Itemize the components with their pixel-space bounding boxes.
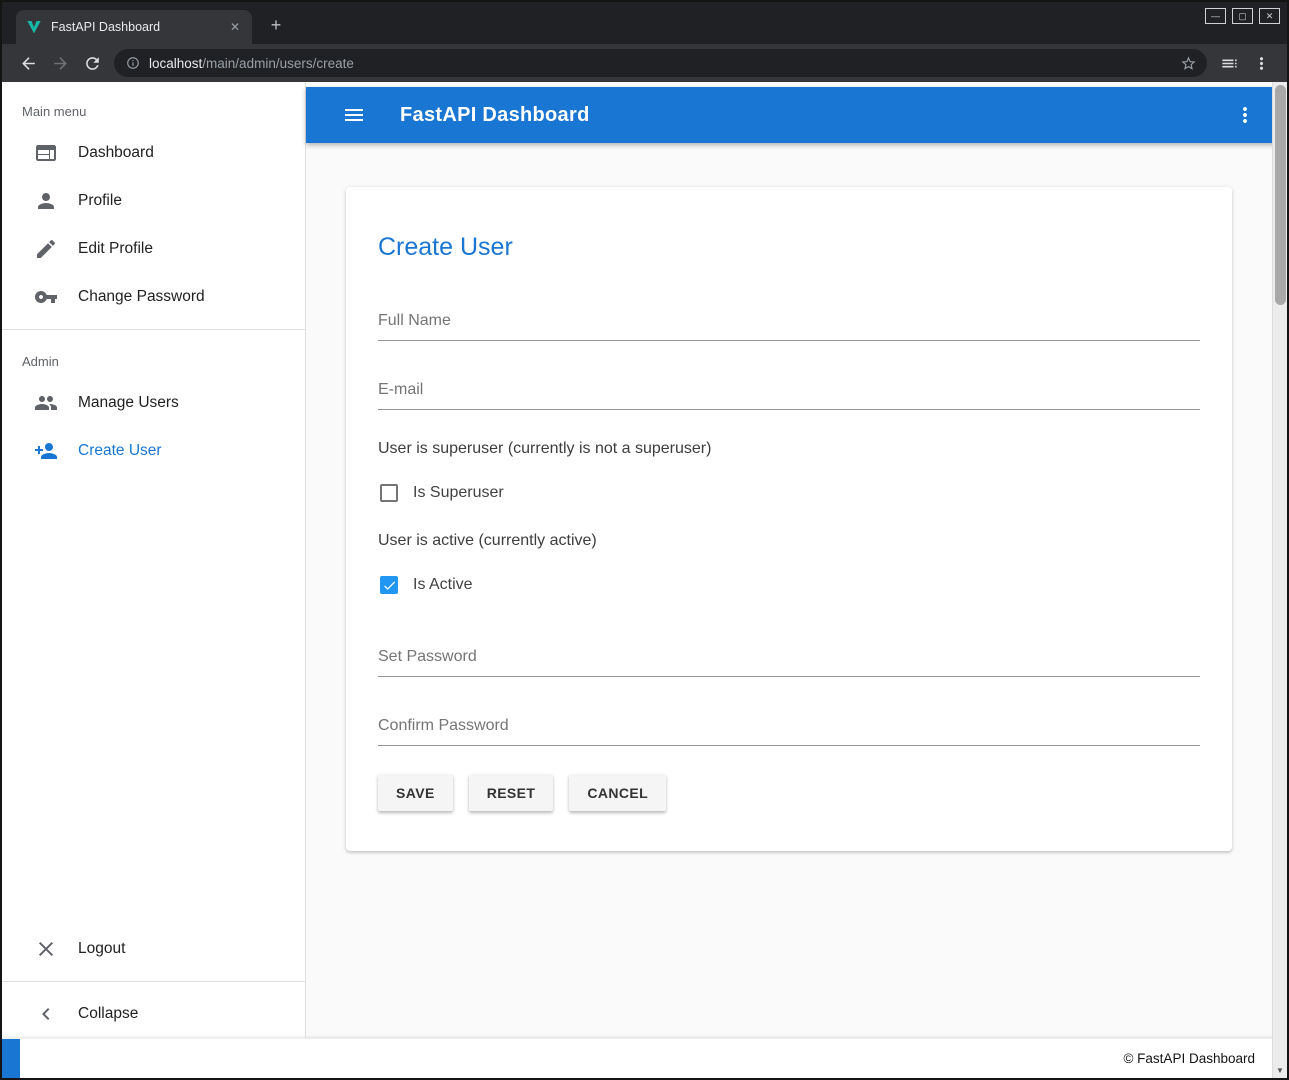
browser-toolbar: localhost/main/admin/users/create	[2, 44, 1287, 82]
url-bar[interactable]: localhost/main/admin/users/create	[114, 49, 1207, 77]
sidebar-section-header: Admin	[2, 338, 305, 379]
reading-list-icon[interactable]	[1213, 48, 1245, 78]
sidebar-item-label: Create User	[78, 442, 162, 460]
logout-x-icon	[34, 937, 58, 961]
page-content: Main menu Dashboard Profile	[2, 82, 1287, 1078]
sidebar-item-edit-profile[interactable]: Edit Profile	[2, 225, 305, 273]
tab-title: FastAPI Dashboard	[51, 20, 226, 34]
appbar-title: FastAPI Dashboard	[400, 104, 590, 127]
sidebar-item-label: Dashboard	[78, 144, 154, 162]
confirm-password-input[interactable]	[378, 711, 1200, 746]
checkbox-unchecked-icon	[380, 484, 398, 502]
pencil-icon	[34, 237, 58, 261]
sidebar-item-label: Change Password	[78, 288, 205, 306]
appbar-kebab-icon[interactable]	[1233, 103, 1257, 127]
active-note: User is active (currently active)	[378, 532, 1200, 550]
superuser-note: User is superuser (currently is not a su…	[378, 440, 1200, 458]
checkbox-label: Is Superuser	[413, 484, 504, 502]
main-area: FastAPI Dashboard Create User User is su…	[306, 82, 1287, 1038]
chevron-left-icon	[34, 1002, 58, 1026]
create-user-card: Create User User is superuser (currently…	[346, 187, 1232, 851]
email-input[interactable]	[378, 375, 1200, 410]
page-title: Create User	[378, 233, 1200, 262]
page-scrollbar[interactable]: ▼	[1272, 82, 1287, 1078]
reset-button[interactable]: RESET	[469, 774, 554, 811]
is-superuser-checkbox[interactable]: Is Superuser	[378, 484, 1200, 502]
tab-close-icon[interactable]: ✕	[226, 18, 244, 36]
set-password-input[interactable]	[378, 642, 1200, 677]
is-active-checkbox[interactable]: Is Active	[378, 576, 1200, 594]
url-host: localhost	[149, 56, 202, 71]
scrollbar-down-arrow-icon[interactable]: ▼	[1273, 1063, 1287, 1077]
sidebar-item-label: Edit Profile	[78, 240, 153, 258]
sidebar: Main menu Dashboard Profile	[2, 82, 306, 1038]
sidebar-item-profile[interactable]: Profile	[2, 177, 305, 225]
vuetify-favicon-icon	[26, 19, 42, 35]
people-icon	[34, 391, 58, 415]
key-icon	[34, 285, 58, 309]
person-add-icon	[34, 439, 58, 463]
window-maximize-button[interactable]: ▢	[1232, 8, 1253, 24]
sidebar-divider	[2, 981, 305, 982]
save-button[interactable]: SAVE	[378, 774, 453, 811]
browser-menu-kebab-icon[interactable]	[1245, 48, 1277, 78]
checkbox-checked-icon	[380, 576, 398, 594]
bookmark-star-icon[interactable]	[1180, 55, 1197, 72]
sidebar-item-change-password[interactable]: Change Password	[2, 273, 305, 321]
sidebar-item-logout[interactable]: Logout	[2, 925, 305, 973]
person-icon	[34, 189, 58, 213]
browser-titlebar: FastAPI Dashboard ✕ + — ▢ ✕	[2, 2, 1287, 44]
window-minimize-button[interactable]: —	[1205, 8, 1226, 24]
checkbox-label: Is Active	[413, 576, 473, 594]
browser-window: FastAPI Dashboard ✕ + — ▢ ✕ localhost/ma…	[0, 0, 1289, 1080]
sidebar-item-label: Collapse	[78, 1005, 138, 1023]
page-body: Create User User is superuser (currently…	[306, 143, 1287, 1038]
page-footer: © FastAPI Dashboard	[2, 1038, 1287, 1078]
forward-button[interactable]	[44, 48, 76, 78]
sidebar-item-dashboard[interactable]: Dashboard	[2, 129, 305, 177]
sidebar-section-header: Main menu	[2, 82, 305, 129]
form-actions: SAVE RESET CANCEL	[378, 774, 1200, 811]
footer-copyright: © FastAPI Dashboard	[1123, 1051, 1255, 1066]
browser-tab[interactable]: FastAPI Dashboard ✕	[16, 10, 252, 44]
url-path: /main/admin/users/create	[202, 56, 354, 71]
hamburger-menu-icon[interactable]	[342, 103, 366, 127]
sidebar-item-collapse[interactable]: Collapse	[2, 990, 305, 1038]
back-button[interactable]	[12, 48, 44, 78]
sidebar-item-label: Manage Users	[78, 394, 179, 412]
sidebar-item-label: Profile	[78, 192, 122, 210]
url-text[interactable]: localhost/main/admin/users/create	[149, 56, 1171, 71]
new-tab-button[interactable]: +	[264, 15, 288, 36]
full-name-input[interactable]	[378, 306, 1200, 341]
dashboard-icon	[34, 141, 58, 165]
reload-button[interactable]	[76, 48, 108, 78]
cancel-button[interactable]: CANCEL	[569, 774, 666, 811]
footer-accent-bar	[2, 1039, 20, 1079]
site-info-icon[interactable]	[126, 56, 140, 70]
sidebar-item-manage-users[interactable]: Manage Users	[2, 379, 305, 427]
sidebar-item-label: Logout	[78, 940, 125, 958]
sidebar-divider	[2, 329, 305, 330]
window-controls: — ▢ ✕	[1205, 8, 1280, 24]
sidebar-item-create-user[interactable]: Create User	[2, 427, 305, 475]
window-close-button[interactable]: ✕	[1259, 8, 1280, 24]
scrollbar-thumb[interactable]	[1275, 85, 1286, 305]
app-bar: FastAPI Dashboard	[306, 87, 1287, 143]
